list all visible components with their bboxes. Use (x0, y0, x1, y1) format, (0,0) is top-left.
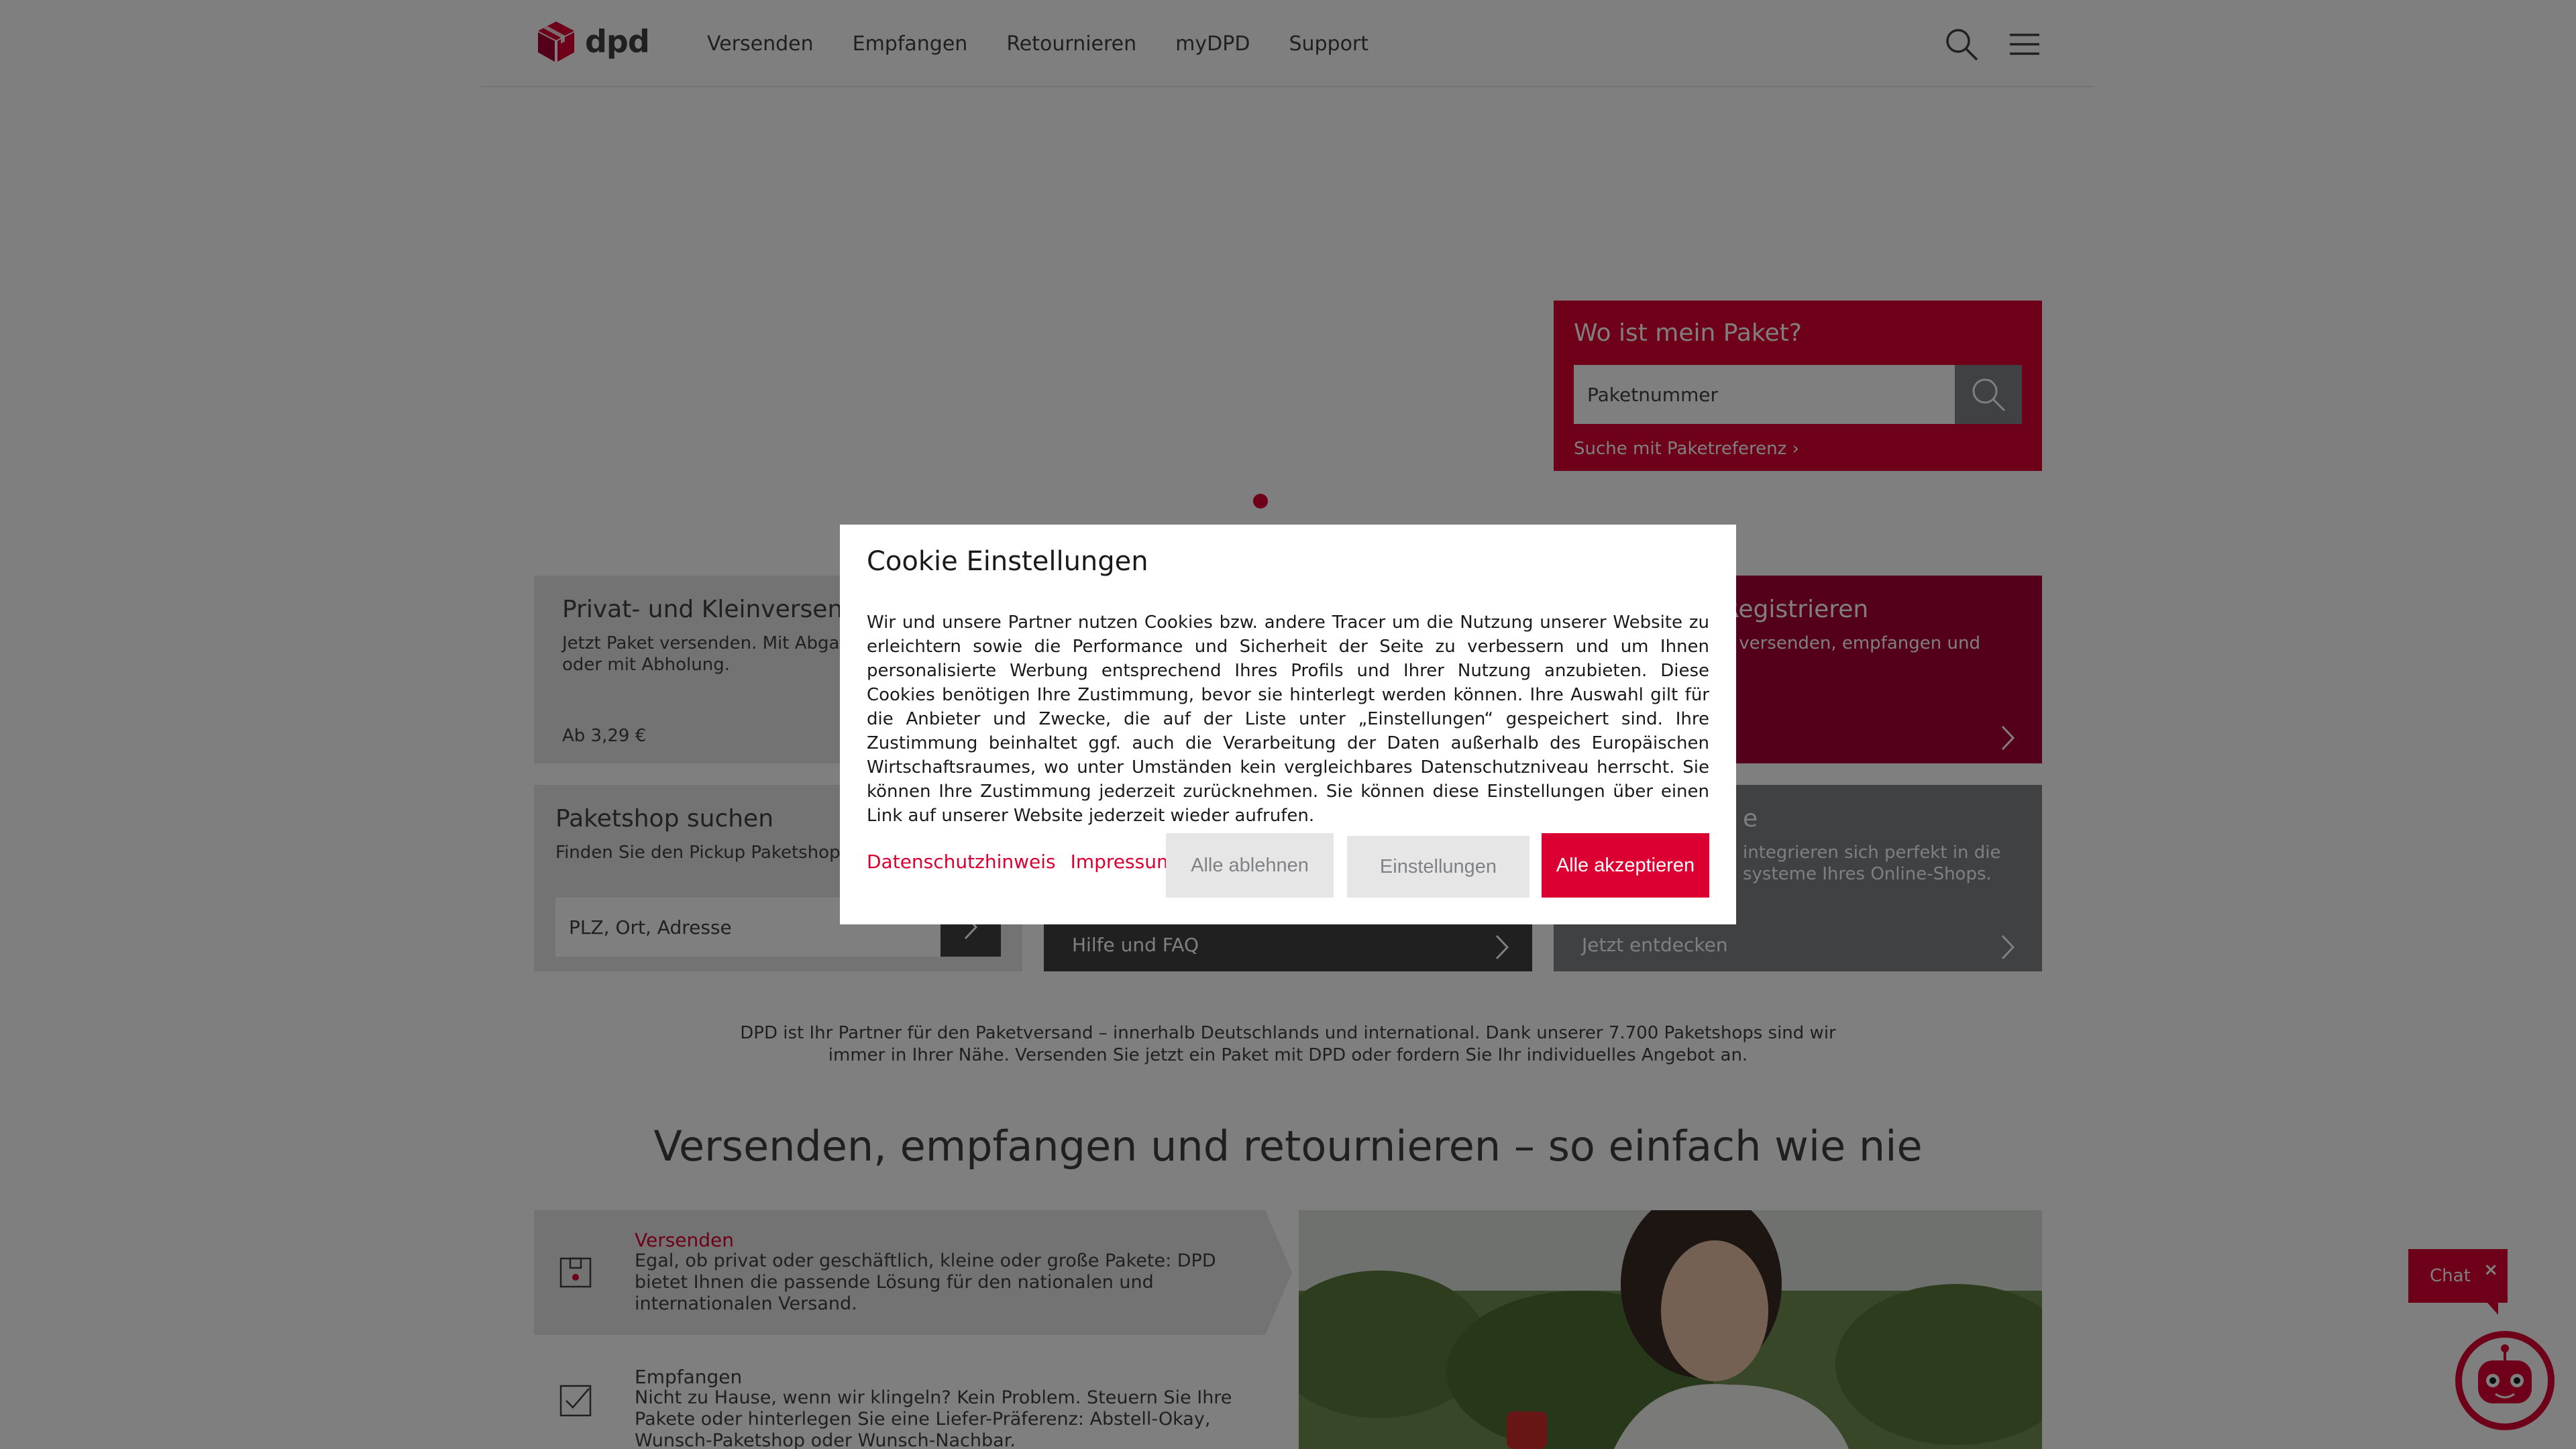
cookie-dialog-text: Wir und unsere Partner nutzen Cookies bz… (867, 612, 1709, 826)
cookie-settings-button[interactable]: Einstellungen (1347, 836, 1529, 898)
accept-all-button[interactable]: Alle akzeptieren (1542, 833, 1709, 898)
imprint-link[interactable]: Impressum (1071, 851, 1175, 873)
cookie-settings-dialog: Cookie Einstellungen Wir und unsere Part… (840, 525, 1736, 924)
cookie-dialog-links: Datenschutzhinweis Impressum (867, 851, 1175, 873)
cookie-dialog-title: Cookie Einstellungen (867, 546, 1148, 577)
reject-all-button[interactable]: Alle ablehnen (1166, 833, 1334, 898)
privacy-notice-link[interactable]: Datenschutzhinweis (867, 851, 1056, 873)
